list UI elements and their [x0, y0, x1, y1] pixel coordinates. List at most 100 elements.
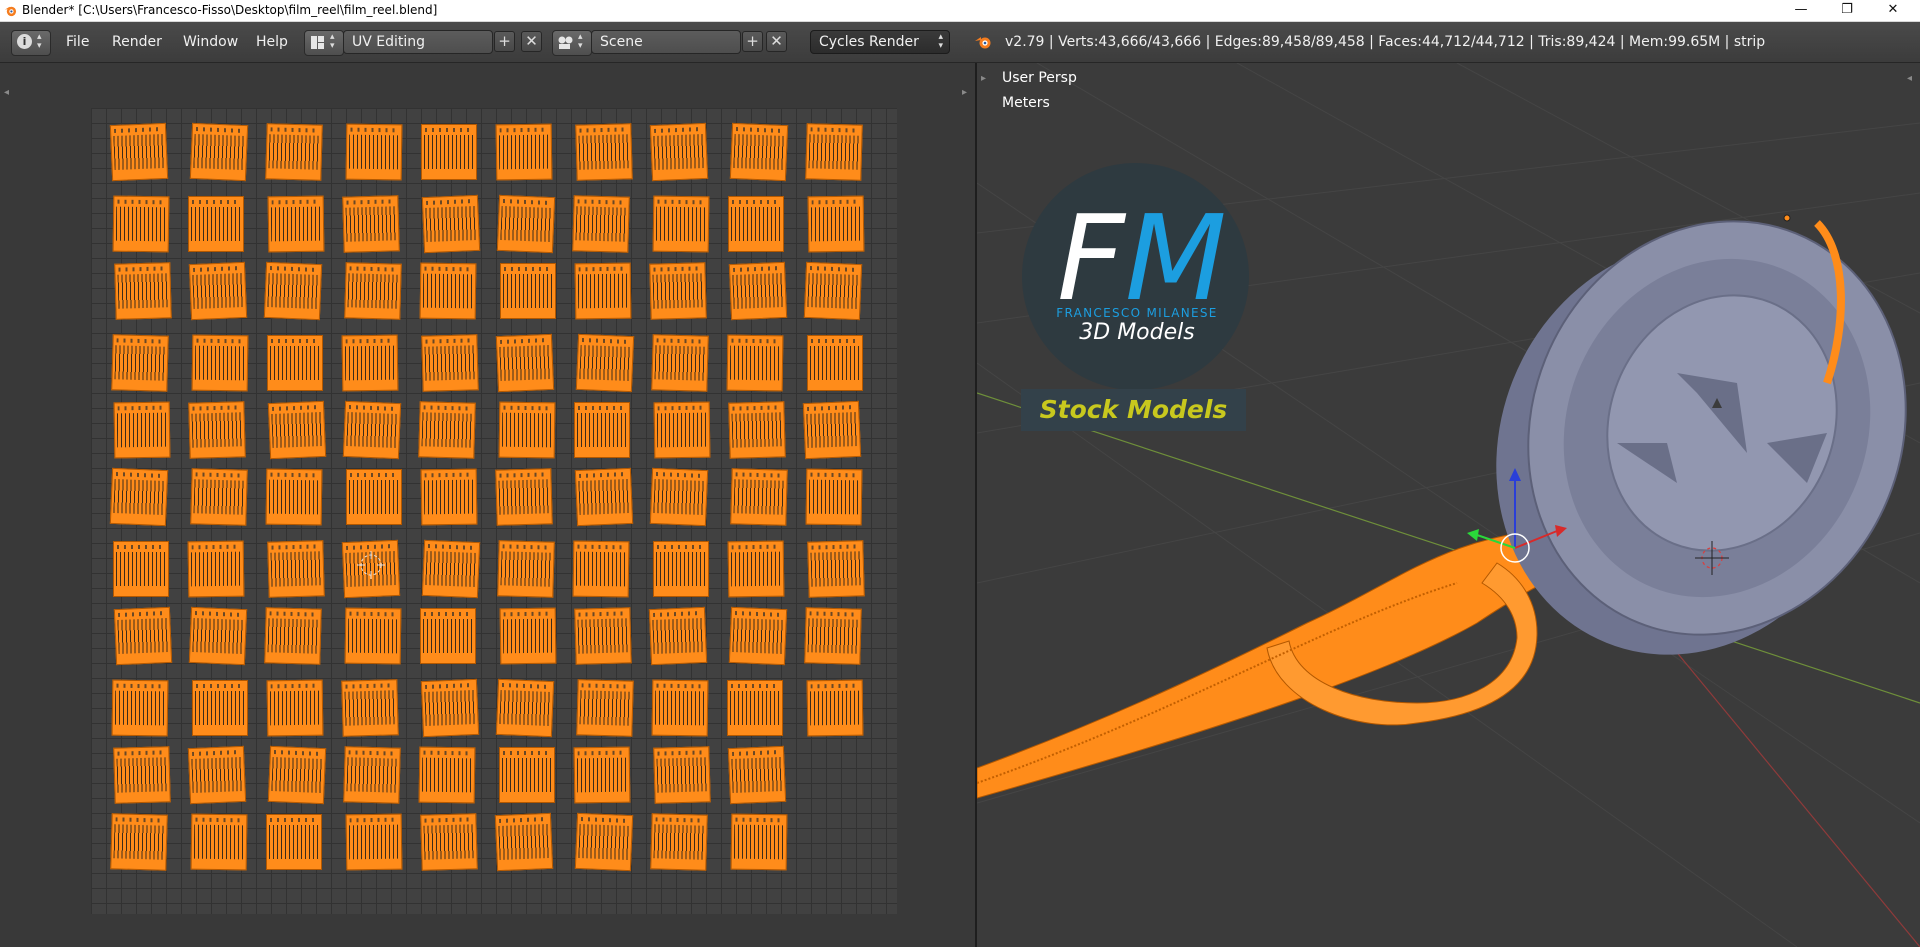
screen-layout-field[interactable]: UV Editing — [343, 30, 493, 54]
uv-island[interactable] — [500, 263, 556, 319]
uv-island[interactable] — [267, 745, 327, 805]
add-screen-button[interactable]: + — [494, 31, 515, 52]
uv-island[interactable] — [728, 261, 788, 321]
uv-island[interactable] — [498, 401, 556, 459]
uv-island[interactable] — [114, 262, 172, 320]
uv-island[interactable] — [419, 262, 477, 320]
uv-island[interactable] — [265, 123, 323, 181]
uv-island[interactable] — [109, 467, 169, 527]
uv-island[interactable] — [497, 540, 555, 598]
uv-island[interactable] — [188, 401, 246, 459]
uv-island[interactable] — [575, 123, 633, 181]
uv-island[interactable] — [804, 607, 862, 665]
uv-island[interactable] — [418, 401, 476, 459]
uv-island[interactable] — [652, 195, 710, 253]
uv-island[interactable] — [420, 813, 478, 871]
uv-island[interactable] — [267, 540, 325, 598]
uv-island[interactable] — [187, 745, 247, 805]
uv-island[interactable] — [267, 195, 325, 253]
minimize-button[interactable]: — — [1778, 0, 1824, 21]
uv-island[interactable] — [341, 334, 399, 392]
uv-island[interactable] — [573, 746, 631, 804]
uv-island[interactable] — [575, 333, 635, 393]
menu-window[interactable]: Window — [183, 30, 238, 54]
uv-island[interactable] — [651, 679, 709, 737]
uv-island[interactable] — [192, 680, 248, 736]
uv-island[interactable] — [653, 746, 711, 804]
scene-selector[interactable]: ▴ ▾ — [552, 30, 592, 56]
uv-island[interactable] — [418, 746, 476, 804]
uv-island[interactable] — [187, 540, 245, 598]
uv-island[interactable] — [649, 262, 707, 320]
menu-help[interactable]: Help — [256, 30, 288, 54]
uv-island[interactable] — [495, 333, 555, 393]
uv-island[interactable] — [572, 540, 630, 598]
uv-island[interactable] — [574, 402, 630, 458]
uv-island[interactable] — [727, 540, 785, 598]
uv-island[interactable] — [730, 813, 788, 871]
uv-island[interactable] — [111, 334, 169, 392]
uv-island[interactable] — [649, 467, 709, 527]
uv-island[interactable] — [574, 262, 632, 320]
remove-screen-button[interactable]: ✕ — [521, 31, 542, 52]
uv-island[interactable] — [650, 813, 708, 871]
uv-island[interactable] — [494, 812, 554, 872]
uv-island[interactable] — [190, 468, 248, 526]
uv-image-editor[interactable]: ◂ ▸ — [0, 63, 975, 947]
uv-island[interactable] — [728, 606, 788, 666]
uv-island[interactable] — [109, 122, 169, 182]
uv-island[interactable] — [113, 401, 171, 459]
uv-island[interactable] — [346, 469, 402, 525]
uv-island[interactable] — [807, 195, 865, 253]
uv-island[interactable] — [421, 539, 481, 599]
uv-island[interactable] — [113, 746, 171, 804]
uv-island[interactable] — [190, 813, 248, 871]
uv-island[interactable] — [727, 680, 783, 736]
editor-type-selector[interactable]: i ▴ ▾ — [11, 30, 51, 56]
uv-island[interactable] — [728, 401, 786, 459]
uv-island[interactable] — [495, 678, 555, 738]
uv-island[interactable] — [113, 541, 169, 597]
uv-island[interactable] — [266, 679, 324, 737]
uv-island[interactable] — [574, 607, 632, 665]
uv-island[interactable] — [267, 400, 327, 460]
uv-island[interactable] — [807, 540, 865, 598]
uv-island[interactable] — [189, 122, 249, 182]
uv-island[interactable] — [345, 123, 403, 181]
uv-island[interactable] — [266, 814, 322, 870]
screen-layout-selector[interactable]: ▴ ▾ — [304, 30, 344, 56]
uv-island[interactable] — [495, 123, 553, 181]
uv-island[interactable] — [730, 468, 788, 526]
uv-island[interactable] — [267, 335, 323, 391]
uv-island[interactable] — [113, 606, 173, 666]
uv-island[interactable] — [803, 261, 863, 321]
uv-island[interactable] — [421, 194, 481, 254]
uv-island[interactable] — [110, 813, 168, 871]
uv-island[interactable] — [345, 813, 403, 871]
menu-render[interactable]: Render — [112, 30, 162, 54]
add-scene-button[interactable]: + — [742, 31, 763, 52]
uv-island[interactable] — [342, 195, 400, 253]
uv-island[interactable] — [188, 261, 248, 321]
uv-island[interactable] — [495, 468, 553, 526]
uv-island[interactable] — [188, 606, 248, 666]
uv-island[interactable] — [343, 746, 401, 804]
uv-island[interactable] — [651, 334, 709, 392]
uv-island[interactable] — [805, 123, 863, 181]
uv-grid[interactable] — [91, 108, 897, 914]
uv-island[interactable] — [727, 745, 787, 805]
uv-island[interactable] — [648, 606, 708, 666]
render-engine-dropdown[interactable]: Cycles Render ▴ ▾ — [810, 30, 950, 54]
uv-island[interactable] — [499, 607, 557, 665]
uv-island[interactable] — [421, 124, 477, 180]
3d-viewport[interactable]: ▸ ◂ User Persp Meters FM FRANCESCO MILAN… — [977, 63, 1920, 947]
uv-island[interactable] — [191, 334, 249, 392]
uv-island[interactable] — [807, 335, 863, 391]
uv-island[interactable] — [112, 195, 170, 253]
uv-island[interactable] — [726, 334, 784, 392]
uv-island[interactable] — [496, 194, 556, 254]
uv-island[interactable] — [421, 334, 479, 392]
menu-file[interactable]: File — [66, 30, 89, 54]
close-window-button[interactable]: ✕ — [1870, 0, 1916, 21]
uv-island[interactable] — [499, 747, 555, 803]
